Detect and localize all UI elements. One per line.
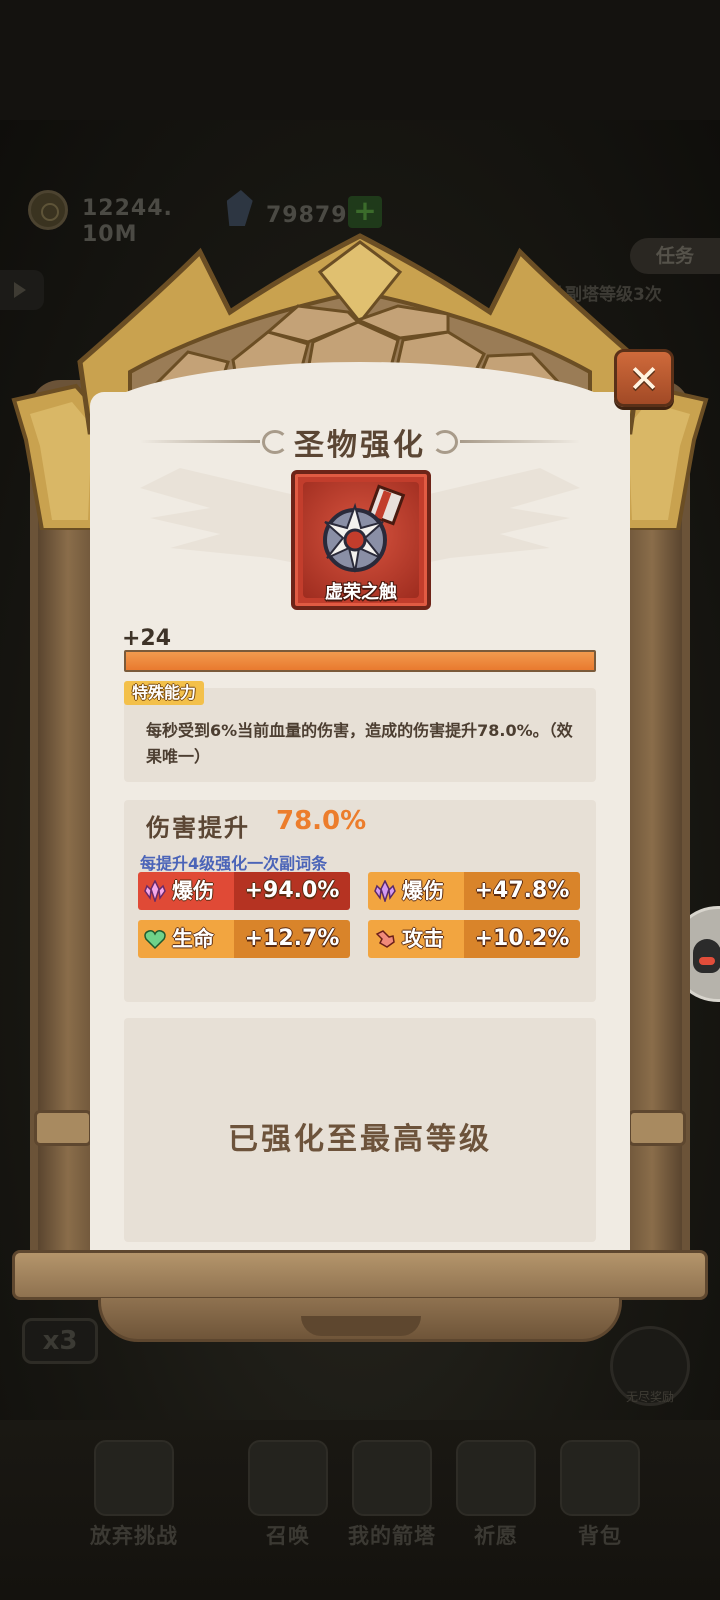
title-divider-left bbox=[140, 440, 260, 443]
relic-enhance-modal: 圣物强化 ✕ 虚荣之触 +24 特殊能力 每秒受到6%当前血量的伤害，造成的伤害… bbox=[0, 0, 720, 1600]
substat-name: 爆伤 bbox=[172, 879, 214, 903]
enhance-progress-fill bbox=[126, 652, 594, 670]
title-flourish-right bbox=[432, 430, 458, 454]
modal-title: 圣物强化 bbox=[294, 428, 426, 463]
close-button[interactable]: ✕ bbox=[614, 349, 674, 407]
substat-value-cell: +10.2% bbox=[464, 920, 580, 958]
crystal-icon bbox=[144, 880, 166, 902]
attack-fist-icon bbox=[375, 930, 395, 948]
enhance-level: +24 bbox=[122, 626, 172, 651]
crystal-icon bbox=[374, 880, 396, 902]
substat-name-cell: 爆伤 bbox=[368, 872, 464, 910]
special-ability-description: 每秒受到6%当前血量的伤害，造成的伤害提升78.0%。（效果唯一） bbox=[146, 721, 573, 766]
enhance-progress-bar bbox=[124, 650, 596, 672]
frame-notch-left bbox=[34, 1110, 92, 1146]
damage-boost-value: 78.0% bbox=[276, 806, 367, 836]
substat-health: 生命 +12.7% bbox=[138, 920, 350, 958]
substat-value-cell: +12.7% bbox=[234, 920, 350, 958]
max-level-message: 已强化至最高等级 bbox=[228, 1122, 492, 1157]
frame-base bbox=[12, 1250, 708, 1300]
substat-name-cell: 爆伤 bbox=[138, 872, 234, 910]
frame-pillar-right bbox=[622, 500, 682, 1270]
substat-value: +94.0% bbox=[244, 878, 340, 903]
substat-value: +47.8% bbox=[474, 878, 570, 903]
substat-crit-damage-2: 爆伤 +47.8% bbox=[368, 872, 580, 910]
substat-name: 生命 bbox=[172, 927, 214, 951]
frame-pillar-left bbox=[38, 500, 98, 1270]
substat-name-cell: 生命 bbox=[138, 920, 234, 958]
substat-value-cell: +94.0% bbox=[234, 872, 350, 910]
relic-item-card[interactable]: 虚荣之触 bbox=[291, 470, 431, 610]
substat-value-cell: +47.8% bbox=[464, 872, 580, 910]
heart-icon bbox=[144, 930, 166, 950]
frame-notch-right bbox=[628, 1110, 686, 1146]
substat-name: 攻击 bbox=[402, 927, 444, 951]
substat-crit-damage-1: 爆伤 +94.0% bbox=[138, 872, 350, 910]
substat-value: +12.7% bbox=[244, 926, 340, 951]
damage-boost-label: 伤害提升 bbox=[146, 814, 250, 842]
frame-base-bottom bbox=[98, 1298, 622, 1342]
substat-name-cell: 攻击 bbox=[368, 920, 464, 958]
title-divider-right bbox=[460, 440, 580, 443]
substat-attack: 攻击 +10.2% bbox=[368, 920, 580, 958]
relic-item-name: 虚荣之触 bbox=[325, 582, 397, 603]
close-icon: ✕ bbox=[628, 357, 660, 401]
special-ability-tag: 特殊能力 bbox=[124, 681, 205, 705]
substat-hint: 每提升4级强化一次副词条 bbox=[140, 854, 328, 873]
substat-name: 爆伤 bbox=[402, 879, 444, 903]
substat-value: +10.2% bbox=[474, 926, 570, 951]
modal-title-row: 圣物强化 bbox=[120, 418, 600, 464]
